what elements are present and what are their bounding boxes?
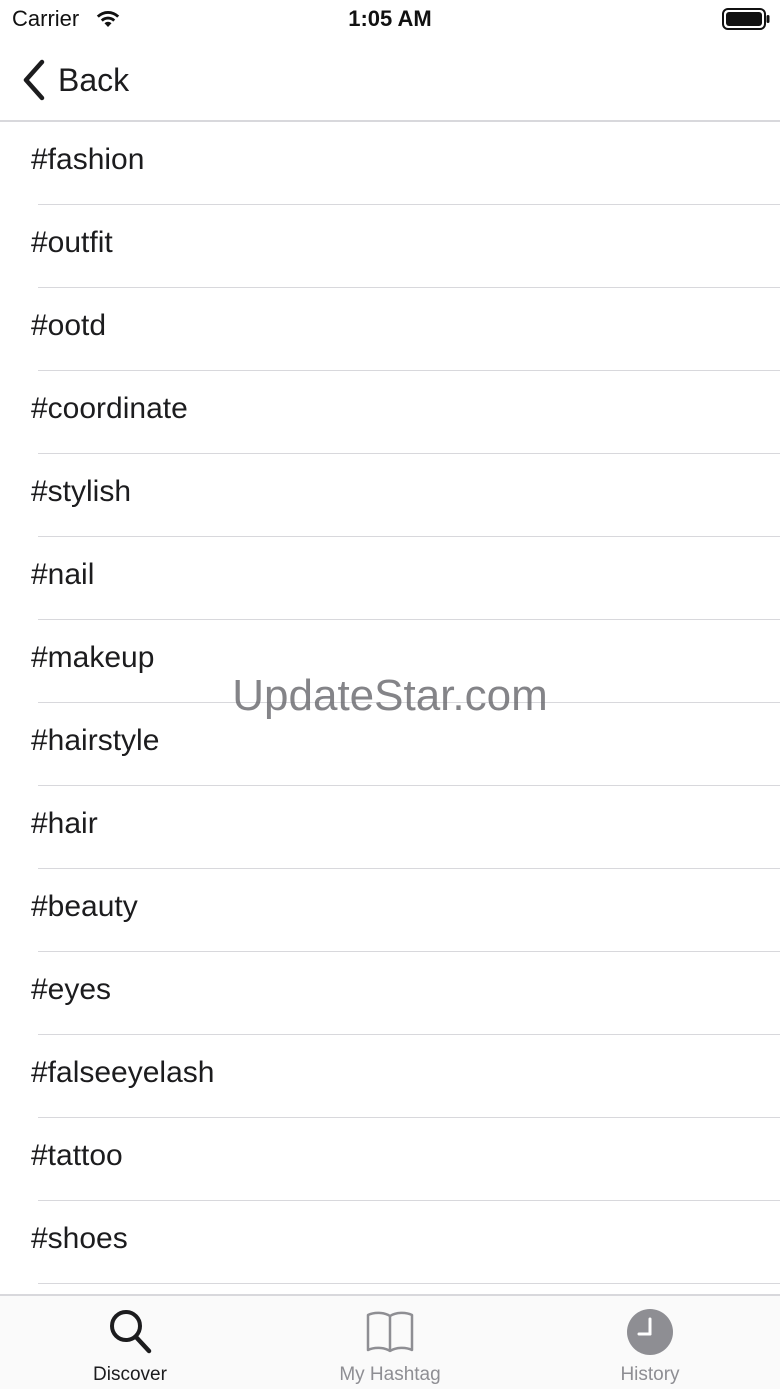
hashtag-row[interactable]: #falseeyelash <box>0 1035 780 1118</box>
hashtag-row[interactable]: #ootd <box>0 288 780 371</box>
hashtag-label: #falseeyelash <box>31 1056 215 1089</box>
status-time: 1:05 AM <box>348 6 432 31</box>
navigation-bar: Back <box>0 40 780 122</box>
hashtag-row[interactable]: #beauty <box>0 869 780 952</box>
status-bar: Carrier 1:05 AM <box>0 0 780 40</box>
hashtag-label: #beauty <box>31 890 138 923</box>
hashtag-label: #fashion <box>31 143 145 176</box>
hashtag-row[interactable]: #eyes <box>0 952 780 1035</box>
hashtag-label: #outfit <box>31 226 113 259</box>
hashtag-label: #eyes <box>31 973 112 1006</box>
tab-bar: Discover My Hashtag History <box>0 1294 780 1389</box>
hashtag-label: #stylish <box>31 475 132 508</box>
back-button[interactable]: Back <box>20 56 129 104</box>
hashtag-row[interactable]: #fashion <box>0 122 780 205</box>
search-icon <box>110 1310 152 1354</box>
hashtag-label: #nail <box>31 558 95 591</box>
tab-my-hashtag-label: My Hashtag <box>339 1364 441 1385</box>
hashtag-row[interactable]: #makeup <box>0 620 780 703</box>
book-icon <box>366 1311 414 1353</box>
chevron-left-icon <box>23 59 45 101</box>
hashtag-list: #fashion #outfit #ootd #coordinate #styl… <box>0 122 780 1294</box>
tab-discover-label: Discover <box>93 1364 167 1385</box>
tab-history-label: History <box>620 1364 680 1385</box>
hashtag-row[interactable]: #outfit <box>0 205 780 288</box>
clock-icon <box>627 1309 673 1355</box>
hashtag-row[interactable]: #stylish <box>0 454 780 537</box>
hashtag-label: #hairstyle <box>31 724 160 757</box>
hashtag-label: #coordinate <box>31 392 188 425</box>
hashtag-label: #ootd <box>31 309 107 342</box>
tab-history[interactable]: History <box>520 1296 780 1389</box>
hashtag-row[interactable]: #hairstyle <box>0 703 780 786</box>
tab-my-hashtag[interactable]: My Hashtag <box>260 1296 520 1389</box>
hashtag-label: #makeup <box>31 641 155 674</box>
battery-icon <box>722 8 770 30</box>
hashtag-label: #hair <box>31 807 98 840</box>
hashtag-row[interactable]: #nail <box>0 537 780 620</box>
hashtag-label: #shoes <box>31 1222 128 1255</box>
tab-discover[interactable]: Discover <box>0 1296 260 1389</box>
hashtag-row[interactable]: #tattoo <box>0 1118 780 1201</box>
hashtag-row[interactable]: #hair <box>0 786 780 869</box>
hashtag-row[interactable]: #shoes <box>0 1201 780 1284</box>
back-button-label: Back <box>58 61 130 98</box>
hashtag-label: #tattoo <box>31 1139 123 1172</box>
hashtag-row[interactable]: #coordinate <box>0 371 780 454</box>
